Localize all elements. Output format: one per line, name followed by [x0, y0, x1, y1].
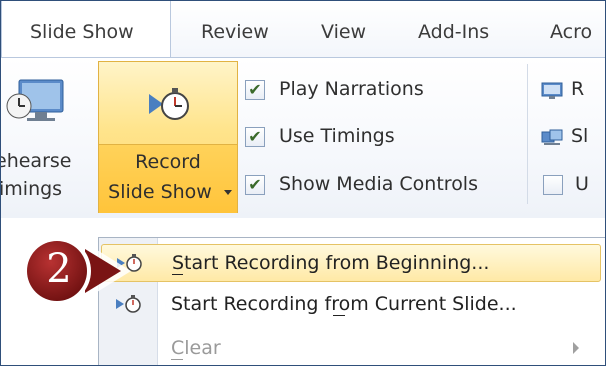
- menu-item-text: Start Recording from Beginning...: [172, 252, 490, 274]
- menu-item-label: Start Recording from Current Slide...: [171, 293, 517, 315]
- right-group-item-3[interactable]: U: [541, 173, 605, 201]
- chevron-down-icon: [224, 190, 232, 195]
- tab-label: Add-Ins: [418, 21, 490, 43]
- right-group-label-3: U: [575, 173, 589, 195]
- play-narrations-option[interactable]: ✔ Play Narrations: [245, 78, 495, 106]
- record-label-line2: Slide Show: [108, 181, 212, 203]
- tab-view[interactable]: View: [321, 1, 366, 57]
- mnemonic-underline: [171, 359, 183, 360]
- right-group-item-2[interactable]: Sl: [541, 125, 605, 153]
- rehearse-label-line2: imings: [0, 178, 63, 200]
- tab-label: Slide Show: [30, 21, 134, 43]
- tab-label: View: [321, 21, 367, 43]
- play-narrations-checkbox[interactable]: ✔: [245, 80, 265, 100]
- right-group-label-2: Sl: [571, 125, 589, 147]
- use-timings-option[interactable]: ✔ Use Timings: [245, 125, 495, 153]
- menu-item-label: Clear: [171, 337, 221, 359]
- show-media-controls-label: Show Media Controls: [279, 173, 478, 195]
- mnemonic-underline: [333, 315, 345, 316]
- menu-item-clear[interactable]: Clear: [101, 330, 601, 365]
- tab-label: Acro: [550, 21, 593, 43]
- right-group-item-1[interactable]: R: [541, 78, 605, 106]
- rehearse-timings-icon: [6, 79, 64, 121]
- submenu-arrow-icon: [573, 342, 579, 354]
- rehearse-timings-button[interactable]: ehearse imings: [1, 58, 93, 208]
- tab-label: Review: [201, 21, 269, 43]
- rehearse-label-line1: ehearse: [0, 150, 72, 172]
- tab-add-ins[interactable]: Add-Ins: [418, 1, 489, 57]
- stopwatch-play-icon: [149, 88, 189, 120]
- show-media-controls-option[interactable]: ✔ Show Media Controls: [245, 173, 525, 201]
- menu-item-label: Start Recording from Beginning...: [172, 252, 489, 274]
- presenter-view-icon: [541, 129, 563, 145]
- record-slide-show-menu: Start Recording from Beginning... Start …: [98, 237, 605, 365]
- record-slide-show-button[interactable]: Record Slide Show: [98, 61, 238, 213]
- tab-acrobat[interactable]: Acro: [550, 1, 592, 57]
- menu-item-start-from-beginning[interactable]: Start Recording from Beginning...: [101, 244, 601, 282]
- ribbon-tab-strip: Slide Show Review View Add-Ins Acro: [1, 1, 605, 61]
- play-narrations-label: Play Narrations: [279, 78, 424, 100]
- group-separator: [527, 64, 528, 204]
- tab-review[interactable]: Review: [201, 1, 269, 57]
- use-timings-checkbox[interactable]: ✔: [245, 127, 265, 147]
- monitor-icon: [541, 82, 563, 99]
- show-media-controls-checkbox[interactable]: ✔: [245, 175, 265, 195]
- record-dropdown-area[interactable]: Record Slide Show: [99, 144, 237, 213]
- menu-item-start-from-current[interactable]: Start Recording from Current Slide...: [101, 286, 601, 324]
- mnemonic-underline: [172, 274, 183, 275]
- checkbox-icon[interactable]: [543, 175, 563, 195]
- ribbon-panel: ehearse imings Record Slide Show ✔ Play …: [1, 57, 605, 218]
- use-timings-label: Use Timings: [279, 125, 395, 147]
- step-number: 2: [46, 246, 72, 292]
- powerpoint-window: Slide Show Review View Add-Ins Acro ehea…: [0, 0, 606, 366]
- record-label-line1: Record: [135, 151, 201, 173]
- tab-slide-show[interactable]: Slide Show: [1, 1, 171, 61]
- right-group-label-1: R: [571, 78, 585, 100]
